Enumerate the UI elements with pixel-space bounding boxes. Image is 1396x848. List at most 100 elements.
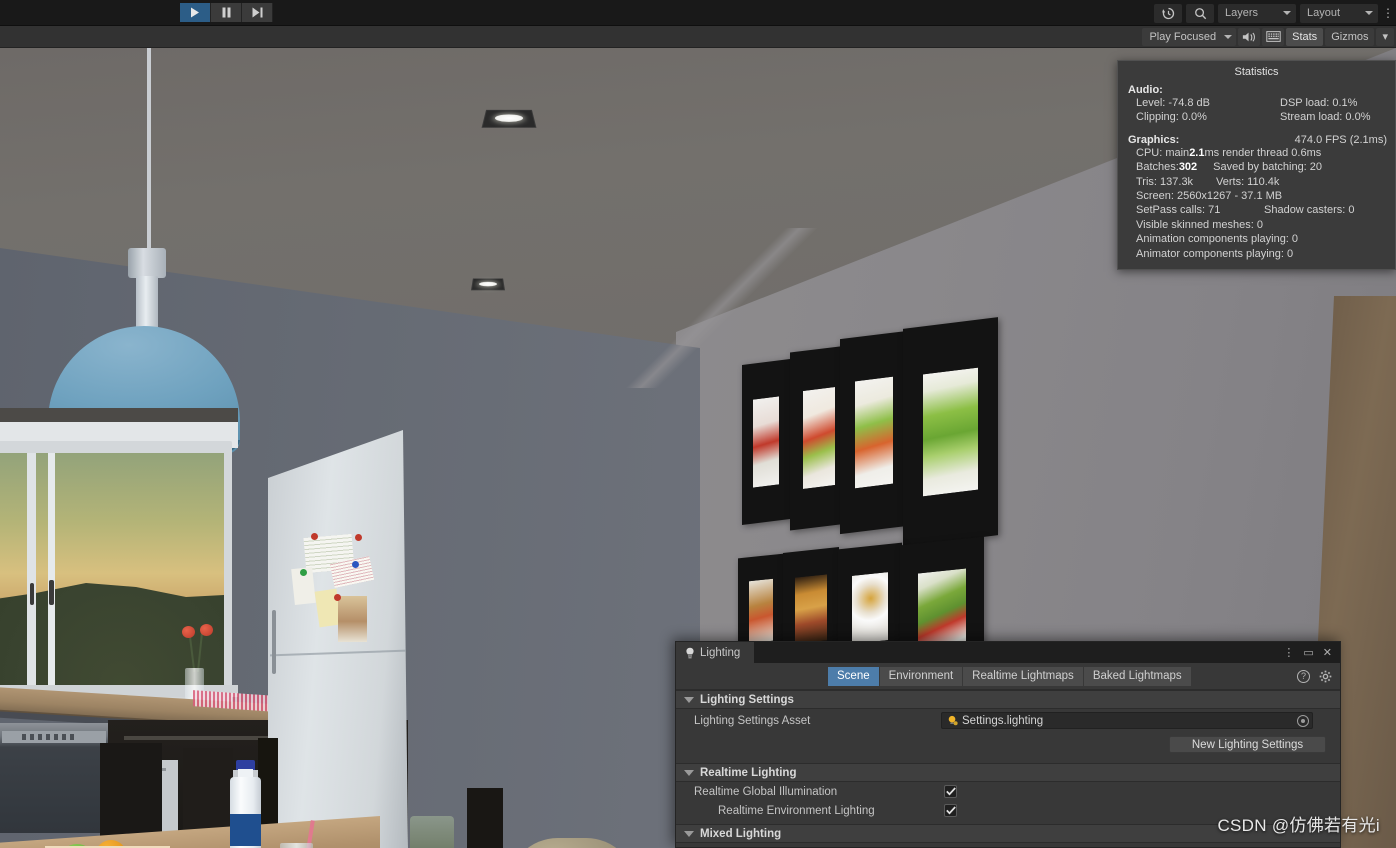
- lighting-settings-asset-value: Settings.lighting: [962, 714, 1044, 727]
- pause-icon: [222, 7, 230, 18]
- layers-dropdown[interactable]: Layers: [1218, 3, 1296, 23]
- main-toolbar: Layers Layout ⋮: [0, 0, 1396, 26]
- audio-clipping-row: Clipping: 0.0% Stream load: 0.0%: [1118, 110, 1395, 124]
- chevron-down-icon: [1283, 11, 1291, 15]
- frame-mat: [803, 387, 835, 489]
- fridge-magnet-dot-red: [355, 534, 362, 541]
- window-controls: ⋮ ▭ ✕: [1283, 642, 1340, 663]
- animation-components-row: Animation components playing: 0: [1118, 232, 1395, 246]
- chevron-down-icon: [684, 830, 694, 837]
- csdn-watermark: CSDN @仿佛若有光i: [1217, 816, 1380, 835]
- window-mullion: [48, 453, 55, 685]
- history-button[interactable]: [1154, 3, 1182, 23]
- screen-value: Screen: 2560x1267 - 37.1 MB: [1136, 190, 1283, 203]
- frame-mat: [852, 572, 888, 644]
- pause-button[interactable]: [211, 3, 242, 22]
- artwork-tomatoes: [803, 387, 835, 489]
- graphics-section-heading: Graphics:: [1128, 133, 1180, 146]
- section-realtime-lighting[interactable]: Realtime Lighting: [676, 763, 1340, 782]
- statistics-panel: Statistics Audio: Level: -74.8 dB DSP lo…: [1117, 60, 1396, 270]
- toolbar-left-spacer: [0, 0, 150, 25]
- artwork-chili-peppers: [918, 568, 966, 649]
- tab-environment[interactable]: Environment: [879, 666, 964, 686]
- lighting-settings-asset-field[interactable]: Settings.lighting: [941, 712, 1313, 729]
- aspect-ratio-button[interactable]: [1262, 27, 1285, 46]
- animation-components-value: Animation components playing: 0: [1136, 233, 1299, 246]
- tris-value: Tris: 137.3k: [1136, 175, 1194, 188]
- chevron-down-icon: [684, 696, 694, 703]
- search-button[interactable]: [1186, 3, 1214, 23]
- history-icon: [1161, 7, 1174, 19]
- artwork-pears: [855, 376, 893, 489]
- window-close-button[interactable]: ✕: [1323, 646, 1332, 659]
- shadow-casters-value: Shadow casters: 0: [1264, 204, 1355, 217]
- play-focus-dropdown[interactable]: Play Focused: [1142, 27, 1237, 46]
- frame-mat: [749, 578, 773, 644]
- cpu-suffix: ms render thread 0.6ms: [1204, 146, 1322, 159]
- tab-lighting-label: Lighting: [700, 646, 741, 659]
- window-menu-button[interactable]: ⋮: [1283, 646, 1294, 659]
- search-icon: [1194, 7, 1206, 19]
- frame-mat: [795, 574, 827, 644]
- chevron-down-icon: [684, 769, 694, 776]
- tab-lighting[interactable]: Lighting: [676, 642, 755, 663]
- tab-baked-lightmaps-label: Baked Lightmaps: [1092, 670, 1182, 682]
- tab-realtime-lightmaps-label: Realtime Lightmaps: [972, 670, 1074, 682]
- play-button[interactable]: [180, 3, 211, 22]
- graphics-section-heading-row: Graphics: 474.0 FPS (2.1ms): [1118, 125, 1395, 146]
- window-header-bar: [0, 408, 238, 422]
- tab-realtime-lightmaps[interactable]: Realtime Lightmaps: [963, 666, 1084, 686]
- milk-glass: [280, 843, 313, 848]
- window-mullion: [27, 453, 36, 685]
- checkmark-icon: [945, 806, 956, 815]
- play-focus-label: Play Focused: [1149, 30, 1217, 43]
- help-icon[interactable]: ?: [1297, 669, 1310, 683]
- cpu-prefix: CPU: main: [1136, 146, 1190, 159]
- tab-scene-label: Scene: [837, 670, 870, 682]
- lighting-segmented-tabs: Scene Environment Realtime Lightmaps Bak…: [828, 666, 1192, 686]
- playback-controls: [180, 3, 273, 22]
- fps-readout: 474.0 FPS (2.1ms): [1294, 133, 1387, 146]
- chevron-down-icon: [1365, 11, 1373, 15]
- flower-bloom: [182, 626, 195, 638]
- realtime-global-illumination-label: Realtime Global Illumination: [694, 785, 838, 798]
- stats-label: Stats: [1292, 30, 1318, 43]
- artwork-green-apples: [923, 367, 978, 497]
- verts-value: Verts: 110.4k: [1216, 175, 1280, 188]
- step-button[interactable]: [242, 3, 273, 22]
- layout-dropdown[interactable]: Layout: [1300, 3, 1378, 23]
- gear-icon[interactable]: [1319, 670, 1332, 683]
- window-maximize-button[interactable]: ▭: [1303, 646, 1313, 659]
- tris-verts-row: Tris: 137.3k Verts: 110.4k: [1118, 175, 1395, 189]
- game-view-toolbar: Play Focused Stats Gizmos ▾: [0, 26, 1396, 48]
- gizmos-button[interactable]: Gizmos: [1325, 27, 1375, 46]
- lightbulb-icon: [686, 647, 694, 658]
- realtime-environment-lighting-label: Realtime Environment Lighting: [718, 804, 875, 817]
- tab-scene[interactable]: Scene: [828, 666, 880, 686]
- stats-toggle-button[interactable]: Stats: [1286, 27, 1324, 46]
- new-lighting-settings-button[interactable]: New Lighting Settings: [1169, 736, 1326, 753]
- tab-environment-label: Environment: [888, 670, 954, 682]
- section-lighting-settings[interactable]: Lighting Settings: [676, 690, 1340, 709]
- screen-row: Screen: 2560x1267 - 37.1 MB: [1118, 189, 1395, 203]
- batches-prefix: Batches:: [1136, 161, 1179, 174]
- lighting-settings-asset-label: Lighting Settings Asset: [694, 714, 811, 727]
- pendant-lamp-neck: [128, 248, 166, 278]
- fridge-magnet-dot-blue: [352, 561, 359, 568]
- batches-value: 302: [1178, 161, 1198, 174]
- object-picker-icon[interactable]: [1297, 714, 1309, 727]
- unity-editor-window: Layers Layout ⋮ Play Focused Stats Gizmo…: [0, 0, 1396, 848]
- artwork-strawberries: [753, 396, 779, 488]
- spotlight-housing: [470, 278, 506, 291]
- gizmos-dropdown-arrow[interactable]: ▾: [1376, 27, 1394, 46]
- realtime-global-illumination-checkbox[interactable]: [944, 785, 957, 798]
- window-handle: [30, 583, 34, 605]
- realtime-environment-lighting-checkbox[interactable]: [944, 804, 957, 817]
- picture-frame: [840, 330, 908, 535]
- toolbar-overflow-button[interactable]: ⋮: [1382, 7, 1394, 19]
- mute-audio-button[interactable]: [1238, 27, 1261, 46]
- frame-mat: [918, 568, 966, 649]
- tab-baked-lightmaps[interactable]: Baked Lightmaps: [1083, 666, 1192, 686]
- game-toolbar-items: Play Focused Stats Gizmos ▾: [1142, 27, 1396, 46]
- animator-components-value: Animator components playing: 0: [1136, 247, 1294, 260]
